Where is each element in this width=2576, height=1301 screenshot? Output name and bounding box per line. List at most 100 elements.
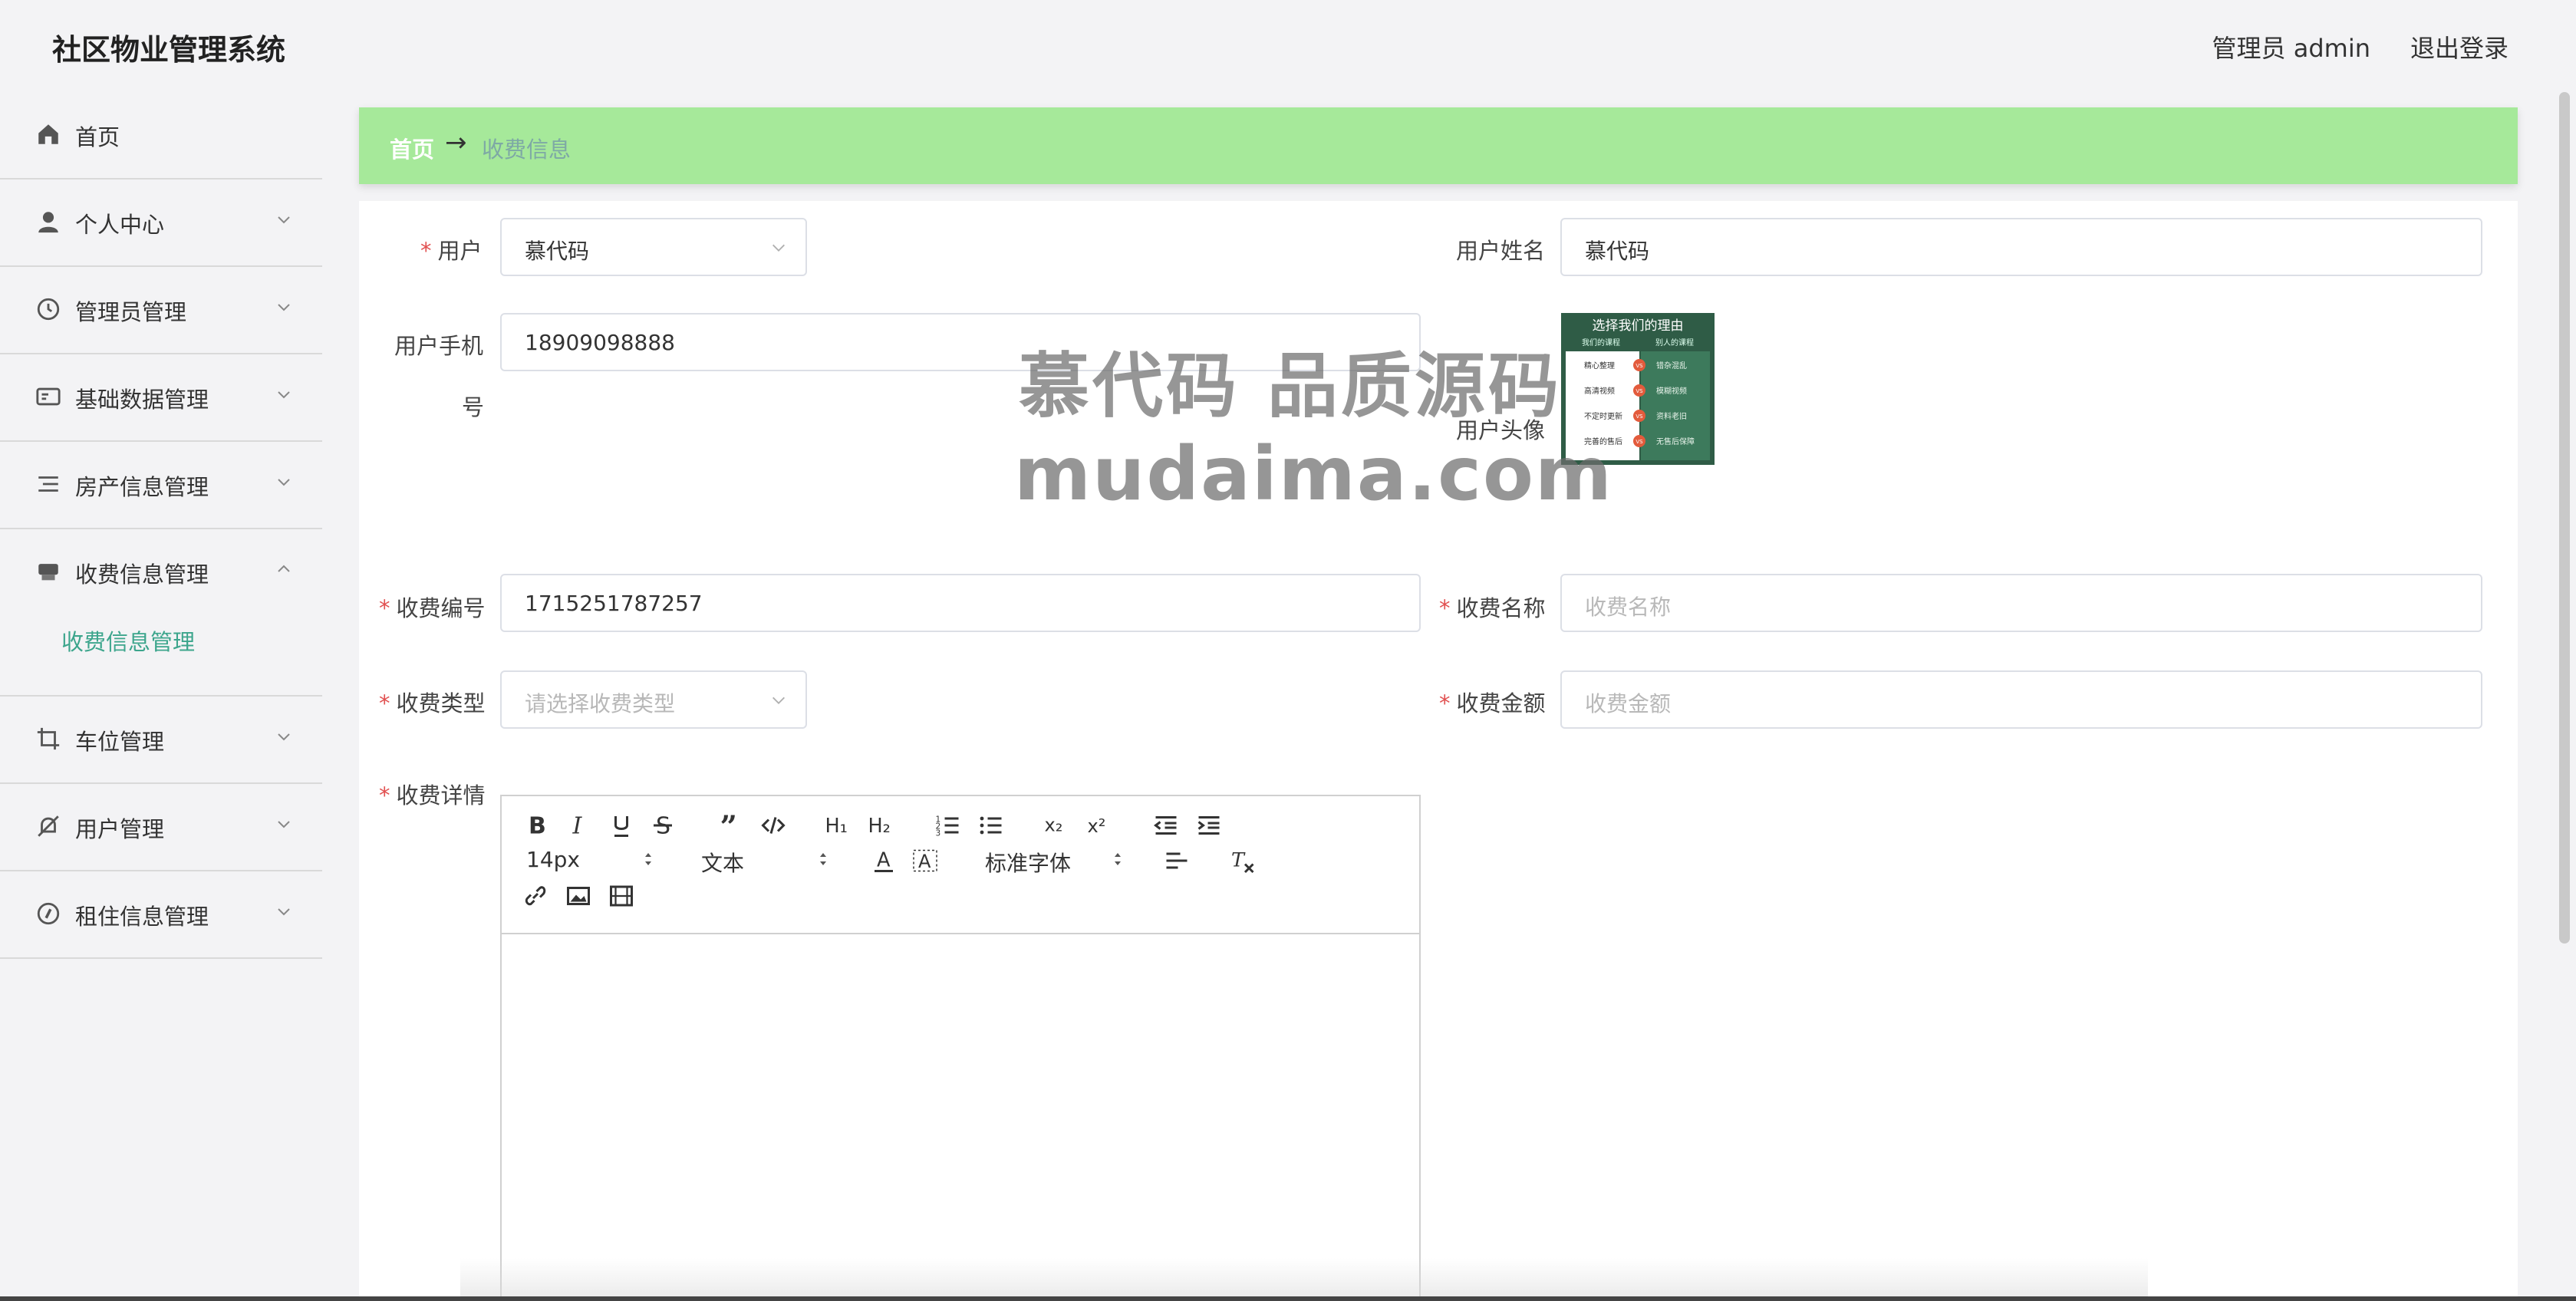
code-icon[interactable] — [759, 812, 787, 839]
sidebar-item-home[interactable]: 首页 — [0, 92, 322, 180]
scrollbar[interactable] — [2559, 92, 2570, 944]
avatar-vs: VS — [1636, 439, 1643, 445]
avatar[interactable]: 选择我们的理由 我们的课程 别人的课程 VS VS VS VS 精心整理 高清视… — [1561, 313, 1715, 465]
fee-amount-input[interactable]: 收费金额 — [1560, 670, 2482, 729]
app-title: 社区物业管理系统 — [52, 33, 286, 67]
avatar-row-right: 无售后保障 — [1656, 436, 1695, 446]
avatar-vs: VS — [1636, 413, 1643, 420]
fee-name-label: * 收费名称 — [1439, 595, 1546, 621]
crop-icon — [37, 727, 60, 750]
avatar-row-left: 高清视频 — [1584, 386, 1615, 396]
editor-toolbar: B I S ” H₁ H₂ 123 x₂ x² 14px 文本 A A 标准字体… — [502, 796, 1419, 934]
avatar-row-left: 完善的售后 — [1584, 436, 1622, 446]
select-arrows-icon — [820, 853, 826, 865]
image-icon[interactable] — [565, 882, 592, 910]
video-icon[interactable] — [608, 882, 635, 910]
subscript-icon[interactable]: x₂ — [1043, 812, 1071, 839]
blockquote-icon[interactable]: ” — [716, 812, 744, 839]
window-bottom-edge — [0, 1296, 2576, 1301]
font-family-select[interactable]: 标准字体 — [985, 847, 1071, 878]
avatar-col-left: 我们的课程 — [1582, 338, 1620, 347]
fee-amount-placeholder: 收费金额 — [1585, 691, 1672, 716]
select-arrows-icon — [645, 853, 651, 865]
phone-field[interactable]: 18909098888 — [500, 313, 1421, 371]
chevron-down-icon — [278, 479, 290, 486]
fee-type-label: * 收费类型 — [379, 690, 486, 716]
font-color-icon[interactable]: A — [870, 847, 898, 874]
sidebar-item-label: 收费信息管理 — [75, 562, 209, 588]
svg-text:B: B — [529, 813, 546, 840]
align-left-icon[interactable] — [1163, 847, 1191, 874]
phone-value: 18909098888 — [525, 330, 675, 355]
breadcrumb-home-link[interactable]: 首页 — [390, 132, 434, 164]
bold-icon[interactable]: B — [522, 812, 549, 840]
bullet-list-icon[interactable] — [977, 812, 1005, 839]
select-arrows-icon — [1115, 853, 1121, 865]
svg-text:A: A — [918, 851, 931, 872]
svg-text:A: A — [877, 849, 891, 872]
ordered-list-icon[interactable]: 123 — [934, 812, 962, 839]
chevron-down-icon — [278, 908, 290, 916]
sidebar-item-label: 基础数据管理 — [75, 387, 209, 413]
svg-text:”: ” — [720, 812, 737, 839]
sidebar-item-fee-info[interactable]: 收费信息管理 — [0, 529, 322, 615]
sidebar-item-label: 首页 — [75, 124, 120, 150]
font-size-select[interactable]: 14px — [526, 847, 580, 872]
indent-icon[interactable] — [1195, 812, 1223, 839]
list-icon — [38, 476, 58, 492]
user-select-value: 慕代码 — [525, 239, 590, 264]
admin-label: 管理员 admin — [2212, 34, 2370, 63]
avatar-row-left: 不定时更新 — [1584, 411, 1622, 421]
fee-type-select[interactable]: 请选择收费类型 — [500, 670, 807, 729]
clear-format-icon[interactable]: T — [1229, 847, 1257, 874]
background-color-icon[interactable]: A — [911, 847, 939, 874]
breadcrumb: 首页 → 收费信息 — [359, 107, 2518, 184]
logout-button[interactable]: 退出登录 — [2410, 29, 2508, 64]
italic-icon[interactable]: I — [565, 812, 592, 840]
chevron-down-icon — [772, 244, 785, 252]
sidebar-item-label: 个人中心 — [75, 212, 165, 238]
fee-amount-label: * 收费金额 — [1439, 690, 1546, 716]
editor-content-area[interactable] — [502, 934, 1419, 1301]
avatar-row-right: 错杂混乱 — [1656, 361, 1687, 371]
sidebar-item-property-info[interactable]: 房产信息管理 — [0, 442, 322, 529]
chevron-down-icon — [278, 391, 290, 399]
id-card-icon — [36, 387, 61, 406]
sidebar-item-user-management[interactable]: 用户管理 — [0, 784, 322, 871]
sidebar-item-base-data[interactable]: 基础数据管理 — [0, 354, 322, 442]
avatar-title: 选择我们的理由 — [1593, 318, 1684, 334]
svg-text:x²: x² — [1088, 815, 1106, 837]
avatar-col-right: 别人的课程 — [1655, 338, 1694, 347]
sidebar-item-admin-management[interactable]: 管理员管理 — [0, 267, 322, 354]
svg-text:H₁: H₁ — [825, 815, 848, 838]
user-select[interactable]: 慕代码 — [500, 218, 807, 276]
fee-name-placeholder: 收费名称 — [1585, 595, 1672, 620]
sidebar-item-parking[interactable]: 车位管理 — [0, 697, 322, 784]
underline-icon[interactable] — [608, 812, 635, 839]
fee-no-field[interactable]: 1715251787257 — [500, 574, 1421, 632]
svg-text:T: T — [1231, 849, 1246, 872]
rich-text-editor: B I S ” H₁ H₂ 123 x₂ x² 14px 文本 A A 标准字体… — [500, 795, 1421, 1301]
chevron-down-icon — [278, 304, 290, 311]
sidebar-item-personal-center[interactable]: 个人中心 — [0, 180, 322, 267]
breadcrumb-arrow-icon: → — [445, 127, 467, 158]
username-field[interactable]: 慕代码 — [1560, 218, 2482, 276]
fee-name-input[interactable]: 收费名称 — [1560, 574, 2482, 632]
link-icon[interactable] — [522, 882, 549, 910]
sidebar-item-rental-info[interactable]: 租住信息管理 — [0, 871, 322, 959]
heading1-icon[interactable]: H₁ — [824, 812, 852, 839]
fee-no-label: * 收费编号 — [379, 595, 486, 621]
outdent-icon[interactable] — [1152, 812, 1180, 839]
username-label: 用户姓名 — [1456, 238, 1546, 264]
avatar-vs: VS — [1636, 363, 1643, 369]
avatar-vs: VS — [1636, 388, 1643, 394]
heading2-icon[interactable]: H₂ — [867, 812, 894, 839]
chevron-down-icon — [278, 733, 290, 741]
phone-label: 用户手机 — [394, 333, 484, 359]
text-type-select[interactable]: 文本 — [701, 847, 744, 878]
user-label: * 用户 — [420, 238, 483, 264]
superscript-icon[interactable]: x² — [1086, 812, 1114, 839]
header: 社区物业管理系统 管理员 admin 退出登录 — [0, 0, 2576, 92]
submenu-item-fee-info-management[interactable]: 收费信息管理 — [61, 624, 195, 657]
strikethrough-icon[interactable]: S — [649, 812, 677, 839]
